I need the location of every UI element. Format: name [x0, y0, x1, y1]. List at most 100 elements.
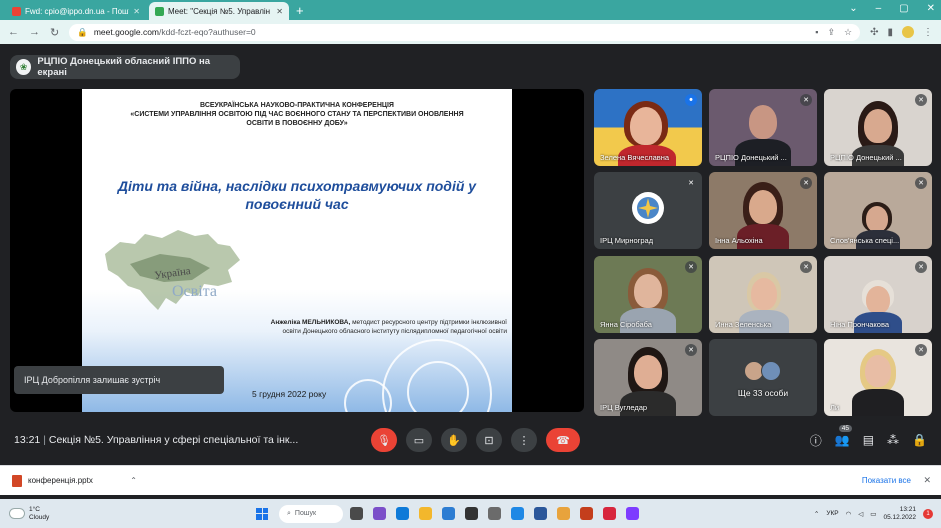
star-icon[interactable]: ☆	[844, 27, 852, 38]
app-icon[interactable]	[465, 507, 478, 520]
participant-tile[interactable]: ✕ Інна Альохіна	[709, 172, 817, 249]
chat-icon[interactable]: ▤	[863, 433, 874, 447]
battery-icon[interactable]: ▭	[870, 510, 876, 518]
explorer-icon[interactable]	[419, 507, 432, 520]
task-view-icon[interactable]	[350, 507, 363, 520]
puzzle-icon[interactable]: ✣	[870, 27, 878, 38]
leave-call-button[interactable]: ☎	[546, 428, 580, 452]
chrome-icon[interactable]	[557, 507, 570, 520]
maximize-icon[interactable]: ▢	[899, 3, 908, 14]
menu-dots-icon[interactable]: ⋮	[923, 27, 933, 38]
new-tab-button[interactable]: +	[296, 2, 304, 20]
close-icon[interactable]: ✕	[276, 7, 283, 16]
viber-icon[interactable]	[626, 507, 639, 520]
back-icon[interactable]: ←	[8, 26, 19, 38]
participant-name: Інна Альохіна	[715, 236, 763, 245]
conference-title: ВСЕУКРАЇНСЬКА НАУКОВО-ПРАКТИЧНА КОНФЕРЕН…	[200, 102, 394, 109]
language-indicator[interactable]: УКР	[826, 510, 838, 517]
map-word-2: Освіта	[172, 283, 217, 300]
avatar	[632, 192, 664, 224]
word-icon[interactable]	[534, 507, 547, 520]
windows-start-icon[interactable]	[256, 507, 268, 520]
more-options-button[interactable]: ⋮	[511, 428, 537, 452]
lock-icon: 🔒	[77, 26, 88, 37]
app-icon[interactable]	[488, 507, 501, 520]
participant-tile[interactable]: ✕ РЦПІО Донецький ...	[709, 89, 817, 166]
taskbar-search[interactable]: ⌕ Пошук	[279, 504, 343, 523]
participant-tile[interactable]: ✕ Ли	[824, 339, 932, 416]
url-path: /kdd-fczt-eqo?authuser=0	[159, 27, 256, 37]
system-tray: ⌃ УКР ◠ ◁ ▭ 13:21 05.12.2022 1	[814, 506, 933, 522]
mic-toggle-button[interactable]: 🎙	[371, 428, 397, 452]
participant-name: РЦПІО Донецький ...	[715, 153, 787, 162]
taskbar: 1°C Cloudy ⌕ Пошук ⌃ УКР ◠ ◁ ▭ 13:21 05.12…	[0, 499, 941, 528]
show-all-button[interactable]: Показати все	[862, 476, 911, 485]
edge-icon[interactable]	[396, 507, 409, 520]
participant-name: ІРЦ Вугледар	[600, 403, 648, 412]
meet-icon	[155, 6, 164, 16]
mic-off-icon: ✕	[915, 177, 927, 189]
camera-icon[interactable]: ▪	[815, 27, 818, 38]
share-icon[interactable]: ⇪	[827, 27, 835, 38]
participant-name: Ніна Прончакова	[830, 320, 890, 329]
store-icon[interactable]	[442, 507, 455, 520]
host-controls-icon[interactable]: 🔒	[912, 433, 927, 447]
chat-app-icon[interactable]	[373, 507, 386, 520]
mic-off-icon: ✕	[685, 177, 697, 189]
participant-tile[interactable]: ✕ Ніна Прончакова	[824, 256, 932, 333]
gmail-icon	[12, 6, 21, 16]
slide-date: 5 грудня 2022 року	[252, 389, 327, 399]
mic-off-icon: ✕	[800, 177, 812, 189]
clock[interactable]: 13:21 05.12.2022	[883, 506, 916, 522]
tab-title: Meet: "Секція №5. Управлін	[168, 6, 271, 16]
meeting-time: 13:21	[14, 434, 41, 446]
app-icon[interactable]	[603, 507, 616, 520]
meet-controls-bar: 13:21 | Секція №5. Управління у сфері сп…	[0, 425, 941, 454]
info-icon[interactable]: ⓘ	[810, 432, 822, 449]
powerpoint-icon[interactable]	[580, 507, 593, 520]
close-window-icon[interactable]: ✕	[927, 3, 935, 14]
participant-tile[interactable]: ✕ Инна Зеленська	[709, 256, 817, 333]
close-icon[interactable]: ✕	[923, 475, 931, 486]
weather-widget[interactable]: 1°C Cloudy	[10, 506, 49, 522]
participant-tile[interactable]: ✕ ІРЦ Вугледар	[594, 339, 702, 416]
chevron-up-icon[interactable]: ⌃	[130, 476, 137, 485]
participant-tile[interactable]: ⦁ Зелена Вячеславна	[594, 89, 702, 166]
close-icon[interactable]: ✕	[133, 7, 140, 16]
download-item[interactable]: конференція.pptx ⌃	[12, 474, 137, 487]
url-input[interactable]: 🔒 meet.google.com/kdd-fczt-eqo?authuser=…	[69, 23, 861, 41]
reload-icon[interactable]: ↻	[50, 26, 59, 39]
activities-icon[interactable]: ⁂	[887, 433, 899, 447]
chevron-down-icon[interactable]: ⌄	[849, 3, 857, 14]
presenter-banner: ❀ РЦПІО Донецький обласний ІППО на екран…	[10, 55, 240, 79]
profile-avatar[interactable]	[902, 26, 914, 38]
participant-tile[interactable]: ✕ Янна Сіробаба	[594, 256, 702, 333]
forward-icon[interactable]: →	[29, 26, 40, 38]
app-icon[interactable]	[511, 507, 524, 520]
search-icon: ⌕	[287, 509, 291, 517]
participant-tile[interactable]: ✕ Слов'янська спеці...	[824, 172, 932, 249]
mic-off-icon: ✕	[915, 94, 927, 106]
more-participants-tile[interactable]: Ще 33 особи	[709, 339, 817, 416]
raise-hand-button[interactable]: ✋	[441, 428, 467, 452]
tab-gmail[interactable]: Fwd: cpio@ippo.dn.ua - Пошт ✕	[6, 2, 146, 20]
pptx-file-icon	[12, 474, 22, 487]
sidebar-icon[interactable]: ▮	[887, 27, 893, 38]
wifi-icon[interactable]: ◠	[846, 510, 852, 518]
volume-icon[interactable]: ◁	[858, 510, 863, 518]
participant-name: Янна Сіробаба	[600, 320, 652, 329]
tab-meet[interactable]: Meet: "Секція №5. Управлін ✕	[149, 2, 289, 20]
mic-off-icon: ✕	[915, 344, 927, 356]
participant-tile[interactable]: ✕ ІРЦ Мирноград	[594, 172, 702, 249]
org-logo-icon: ❀	[16, 59, 32, 75]
participant-tile[interactable]: ✕ РЦПІО Донецький ...	[824, 89, 932, 166]
chevron-up-icon[interactable]: ⌃	[814, 510, 819, 518]
speaking-icon: ⦁	[685, 94, 697, 106]
mic-off-icon: ✕	[915, 261, 927, 273]
people-button[interactable]: 👥 45	[835, 425, 852, 447]
temperature: 1°C	[29, 505, 40, 513]
notification-badge[interactable]: 1	[923, 508, 933, 519]
minimize-icon[interactable]: –	[876, 3, 882, 14]
camera-toggle-button[interactable]: ▭	[406, 428, 432, 452]
present-button[interactable]: ⊡	[476, 428, 502, 452]
